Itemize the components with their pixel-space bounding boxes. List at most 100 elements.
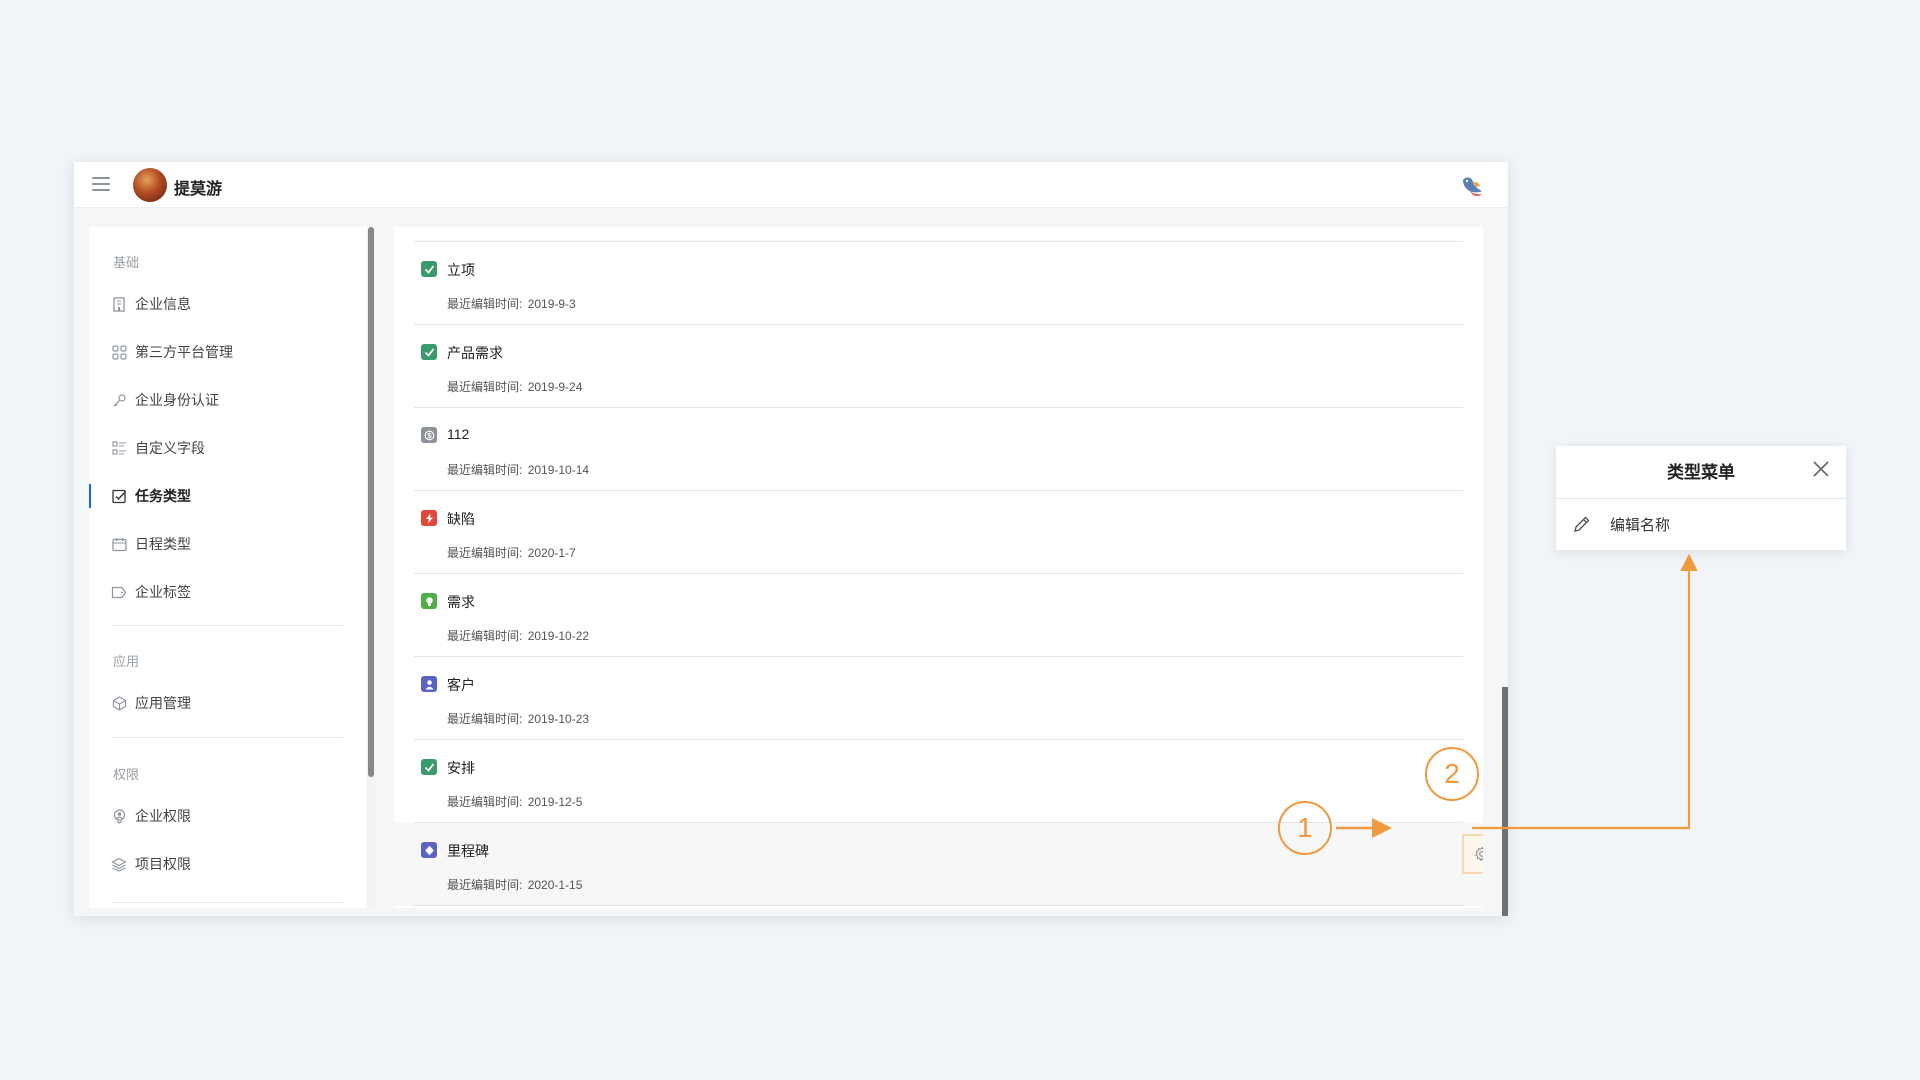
building-icon — [111, 296, 127, 312]
sidebar-item-label: 企业标签 — [135, 584, 191, 600]
hamburger-icon[interactable] — [92, 177, 110, 193]
settings-sidebar: 基础 企业信息 第三方平台管理 企业身份认证 自定义字段 任务类型 日程类型 企… — [89, 227, 375, 908]
edit-time-value: 2019-10-14 — [527, 463, 590, 477]
settings-button[interactable] — [1462, 834, 1483, 874]
type-name: 里程碑 — [447, 843, 489, 859]
list-item[interactable]: 立项 最近编辑时间: 2019-9-3 — [394, 242, 1483, 325]
cube-icon — [111, 695, 127, 711]
callout-2: 2 — [1425, 747, 1479, 801]
scrollbar-thumb[interactable] — [368, 227, 374, 777]
popover-title: 类型菜单 — [1667, 463, 1735, 482]
edit-time-label: 最近编辑时间: — [447, 297, 523, 311]
check-square-icon — [421, 759, 437, 775]
callout-1: 1 — [1278, 801, 1332, 855]
type-edit-time: 最近编辑时间: 2019-9-24 — [447, 378, 582, 395]
type-name: 产品需求 — [447, 345, 503, 361]
edit-time-label: 最近编辑时间: — [447, 463, 523, 477]
dollar-circle-icon: $ — [421, 427, 437, 443]
type-edit-time: 最近编辑时间: 2019-10-14 — [447, 461, 589, 478]
tag-icon — [111, 584, 127, 600]
fields-list-icon — [111, 440, 127, 456]
sidebar-item-company-info[interactable]: 企业信息 — [89, 286, 367, 322]
calendar-icon — [111, 536, 127, 552]
sidebar-item-label: 企业身份认证 — [135, 392, 219, 408]
sidebar-divider — [113, 902, 343, 903]
sidebar-item-label: 项目权限 — [135, 856, 191, 872]
sidebar-item-project-permissions[interactable]: 项目权限 — [89, 846, 367, 882]
check-square-icon — [421, 261, 437, 277]
edit-time-value: 2019-9-3 — [527, 297, 576, 311]
sidebar-item-schedule-types[interactable]: 日程类型 — [89, 526, 367, 562]
gear-icon — [1474, 846, 1483, 862]
person-icon — [421, 676, 437, 692]
edit-name-menu-item[interactable]: 编辑名称 — [1556, 499, 1846, 549]
sidebar-divider — [113, 737, 343, 738]
main-scrollbar-thumb[interactable] — [1502, 687, 1508, 916]
edit-time-value: 2019-12-5 — [527, 795, 583, 809]
section-title-basic: 基础 — [113, 255, 140, 270]
layers-icon — [111, 856, 127, 872]
type-name: 客户 — [447, 677, 475, 693]
type-name: 立项 — [447, 262, 475, 278]
diamond-icon — [421, 842, 437, 858]
edit-time-value: 2020-1-15 — [527, 878, 583, 892]
list-item[interactable]: 产品需求 最近编辑时间: 2019-9-24 — [394, 325, 1483, 408]
menu-item-label: 编辑名称 — [1610, 516, 1671, 534]
sidebar-item-company-tags[interactable]: 企业标签 — [89, 574, 367, 610]
sidebar-item-label: 应用管理 — [135, 695, 191, 711]
sidebar-item-label: 任务类型 — [135, 488, 191, 504]
type-edit-time: 最近编辑时间: 2020-1-15 — [447, 876, 582, 893]
type-name: 安排 — [447, 760, 475, 776]
top-bar: 提莫游 — [74, 162, 1508, 208]
sidebar-item-company-permissions[interactable]: 企业权限 — [89, 798, 367, 834]
edit-time-label: 最近编辑时间: — [447, 629, 523, 643]
sidebar-item-label: 企业权限 — [135, 808, 191, 824]
sidebar-scrollbar[interactable] — [367, 227, 375, 908]
list-item[interactable]: $ 112 最近编辑时间: 2019-10-14 — [394, 408, 1483, 491]
apps-grid-icon — [111, 344, 127, 360]
edit-time-label: 最近编辑时间: — [447, 546, 523, 560]
type-name: 需求 — [447, 594, 475, 610]
sidebar-item-label: 日程类型 — [135, 536, 191, 552]
check-square-icon — [421, 344, 437, 360]
edit-time-label: 最近编辑时间: — [447, 712, 523, 726]
edit-time-value: 2019-10-23 — [527, 712, 590, 726]
sidebar-divider — [113, 625, 343, 626]
pencil-icon — [1574, 516, 1590, 532]
type-edit-time: 最近编辑时间: 2020-1-7 — [447, 544, 576, 561]
sidebar-item-label: 自定义字段 — [135, 440, 205, 456]
key-icon — [111, 392, 127, 408]
bulb-icon — [421, 593, 437, 609]
type-edit-time: 最近编辑时间: 2019-10-22 — [447, 627, 589, 644]
bird-logo-icon[interactable] — [1458, 172, 1486, 200]
type-edit-time: 最近编辑时间: 2019-12-5 — [447, 793, 582, 810]
sidebar-item-label: 第三方平台管理 — [135, 344, 233, 360]
sidebar-item-third-party[interactable]: 第三方平台管理 — [89, 334, 367, 370]
edit-time-label: 最近编辑时间: — [447, 795, 523, 809]
close-icon[interactable] — [1812, 460, 1830, 478]
org-avatar[interactable] — [133, 168, 167, 202]
svg-text:$: $ — [427, 432, 432, 440]
list-item[interactable]: 缺陷 最近编辑时间: 2020-1-7 — [394, 491, 1483, 574]
type-name: 112 — [447, 426, 470, 442]
row-divider — [414, 905, 1463, 906]
sidebar-item-label: 企业信息 — [135, 296, 191, 312]
sidebar-item-app-management[interactable]: 应用管理 — [89, 685, 367, 721]
edit-time-label: 最近编辑时间: — [447, 878, 523, 892]
edit-time-value: 2020-1-7 — [527, 546, 576, 560]
sidebar-item-identity-auth[interactable]: 企业身份认证 — [89, 382, 367, 418]
type-edit-time: 最近编辑时间: 2019-10-23 — [447, 710, 589, 727]
bolt-icon — [421, 510, 437, 526]
user-shield-icon — [111, 808, 127, 824]
checkbox-icon — [111, 488, 127, 504]
section-title-apps: 应用 — [113, 654, 140, 669]
org-name[interactable]: 提莫游 — [174, 175, 222, 199]
sidebar-item-task-types[interactable]: 任务类型 — [89, 478, 367, 514]
type-name: 缺陷 — [447, 511, 475, 527]
type-edit-time: 最近编辑时间: 2019-9-3 — [447, 295, 576, 312]
section-title-permissions: 权限 — [113, 767, 140, 782]
list-item[interactable]: 需求 最近编辑时间: 2019-10-22 — [394, 574, 1483, 657]
list-item[interactable]: 客户 最近编辑时间: 2019-10-23 — [394, 657, 1483, 740]
sidebar-item-custom-fields[interactable]: 自定义字段 — [89, 430, 367, 466]
edit-time-value: 2019-9-24 — [527, 380, 583, 394]
